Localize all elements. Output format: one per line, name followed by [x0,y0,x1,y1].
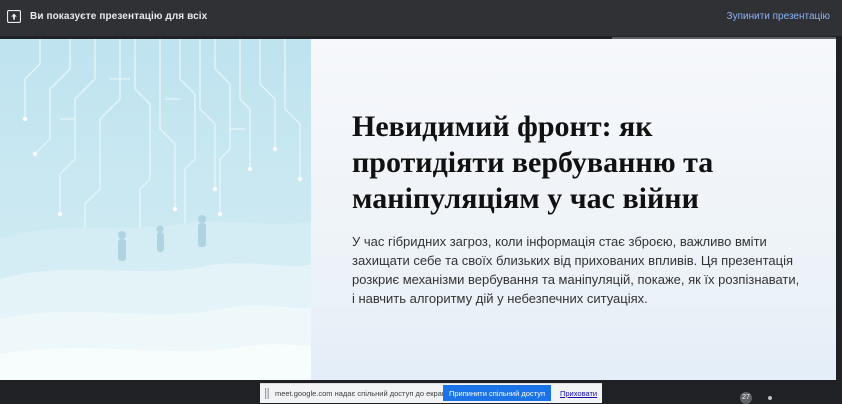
screen-share-bar: meet.google.com надає спільний доступ до… [260,383,602,403]
presentation-banner: Ви показуєте презентацію для всіх Зупини… [0,0,842,36]
drag-handle-icon[interactable] [265,388,269,399]
slide-illustration [0,39,311,380]
share-status-text: meet.google.com надає спільний доступ до… [275,389,453,398]
present-screen-icon [7,10,21,23]
slide-title-line-1: Невидимий фронт: як [352,110,653,143]
stop-sharing-button[interactable]: Припинити спільний доступ [443,385,551,401]
participant-count-badge: 27 [740,392,752,404]
slide-text-panel: Невидимий фронт: як протидіяти вербуванн… [311,39,836,380]
slide-title: Невидимий фронт: як протидіяти вербуванн… [352,109,822,217]
status-dot [768,396,772,400]
presentation-slide: Невидимий фронт: як протидіяти вербуванн… [0,39,836,380]
slide-title-line-3: маніпуляціям у час війни [352,182,699,215]
slide-body-text: У час гібридних загроз, коли інформація … [352,234,800,306]
slide-title-line-2: протидіяти вербуванню та [352,146,714,179]
window-right-edge [836,36,842,382]
presenting-status-text: Ви показуєте презентацію для всіх [30,11,208,22]
stop-presenting-button[interactable]: Зупинити презентацію [727,11,830,22]
hide-link[interactable]: Приховати [560,389,597,398]
